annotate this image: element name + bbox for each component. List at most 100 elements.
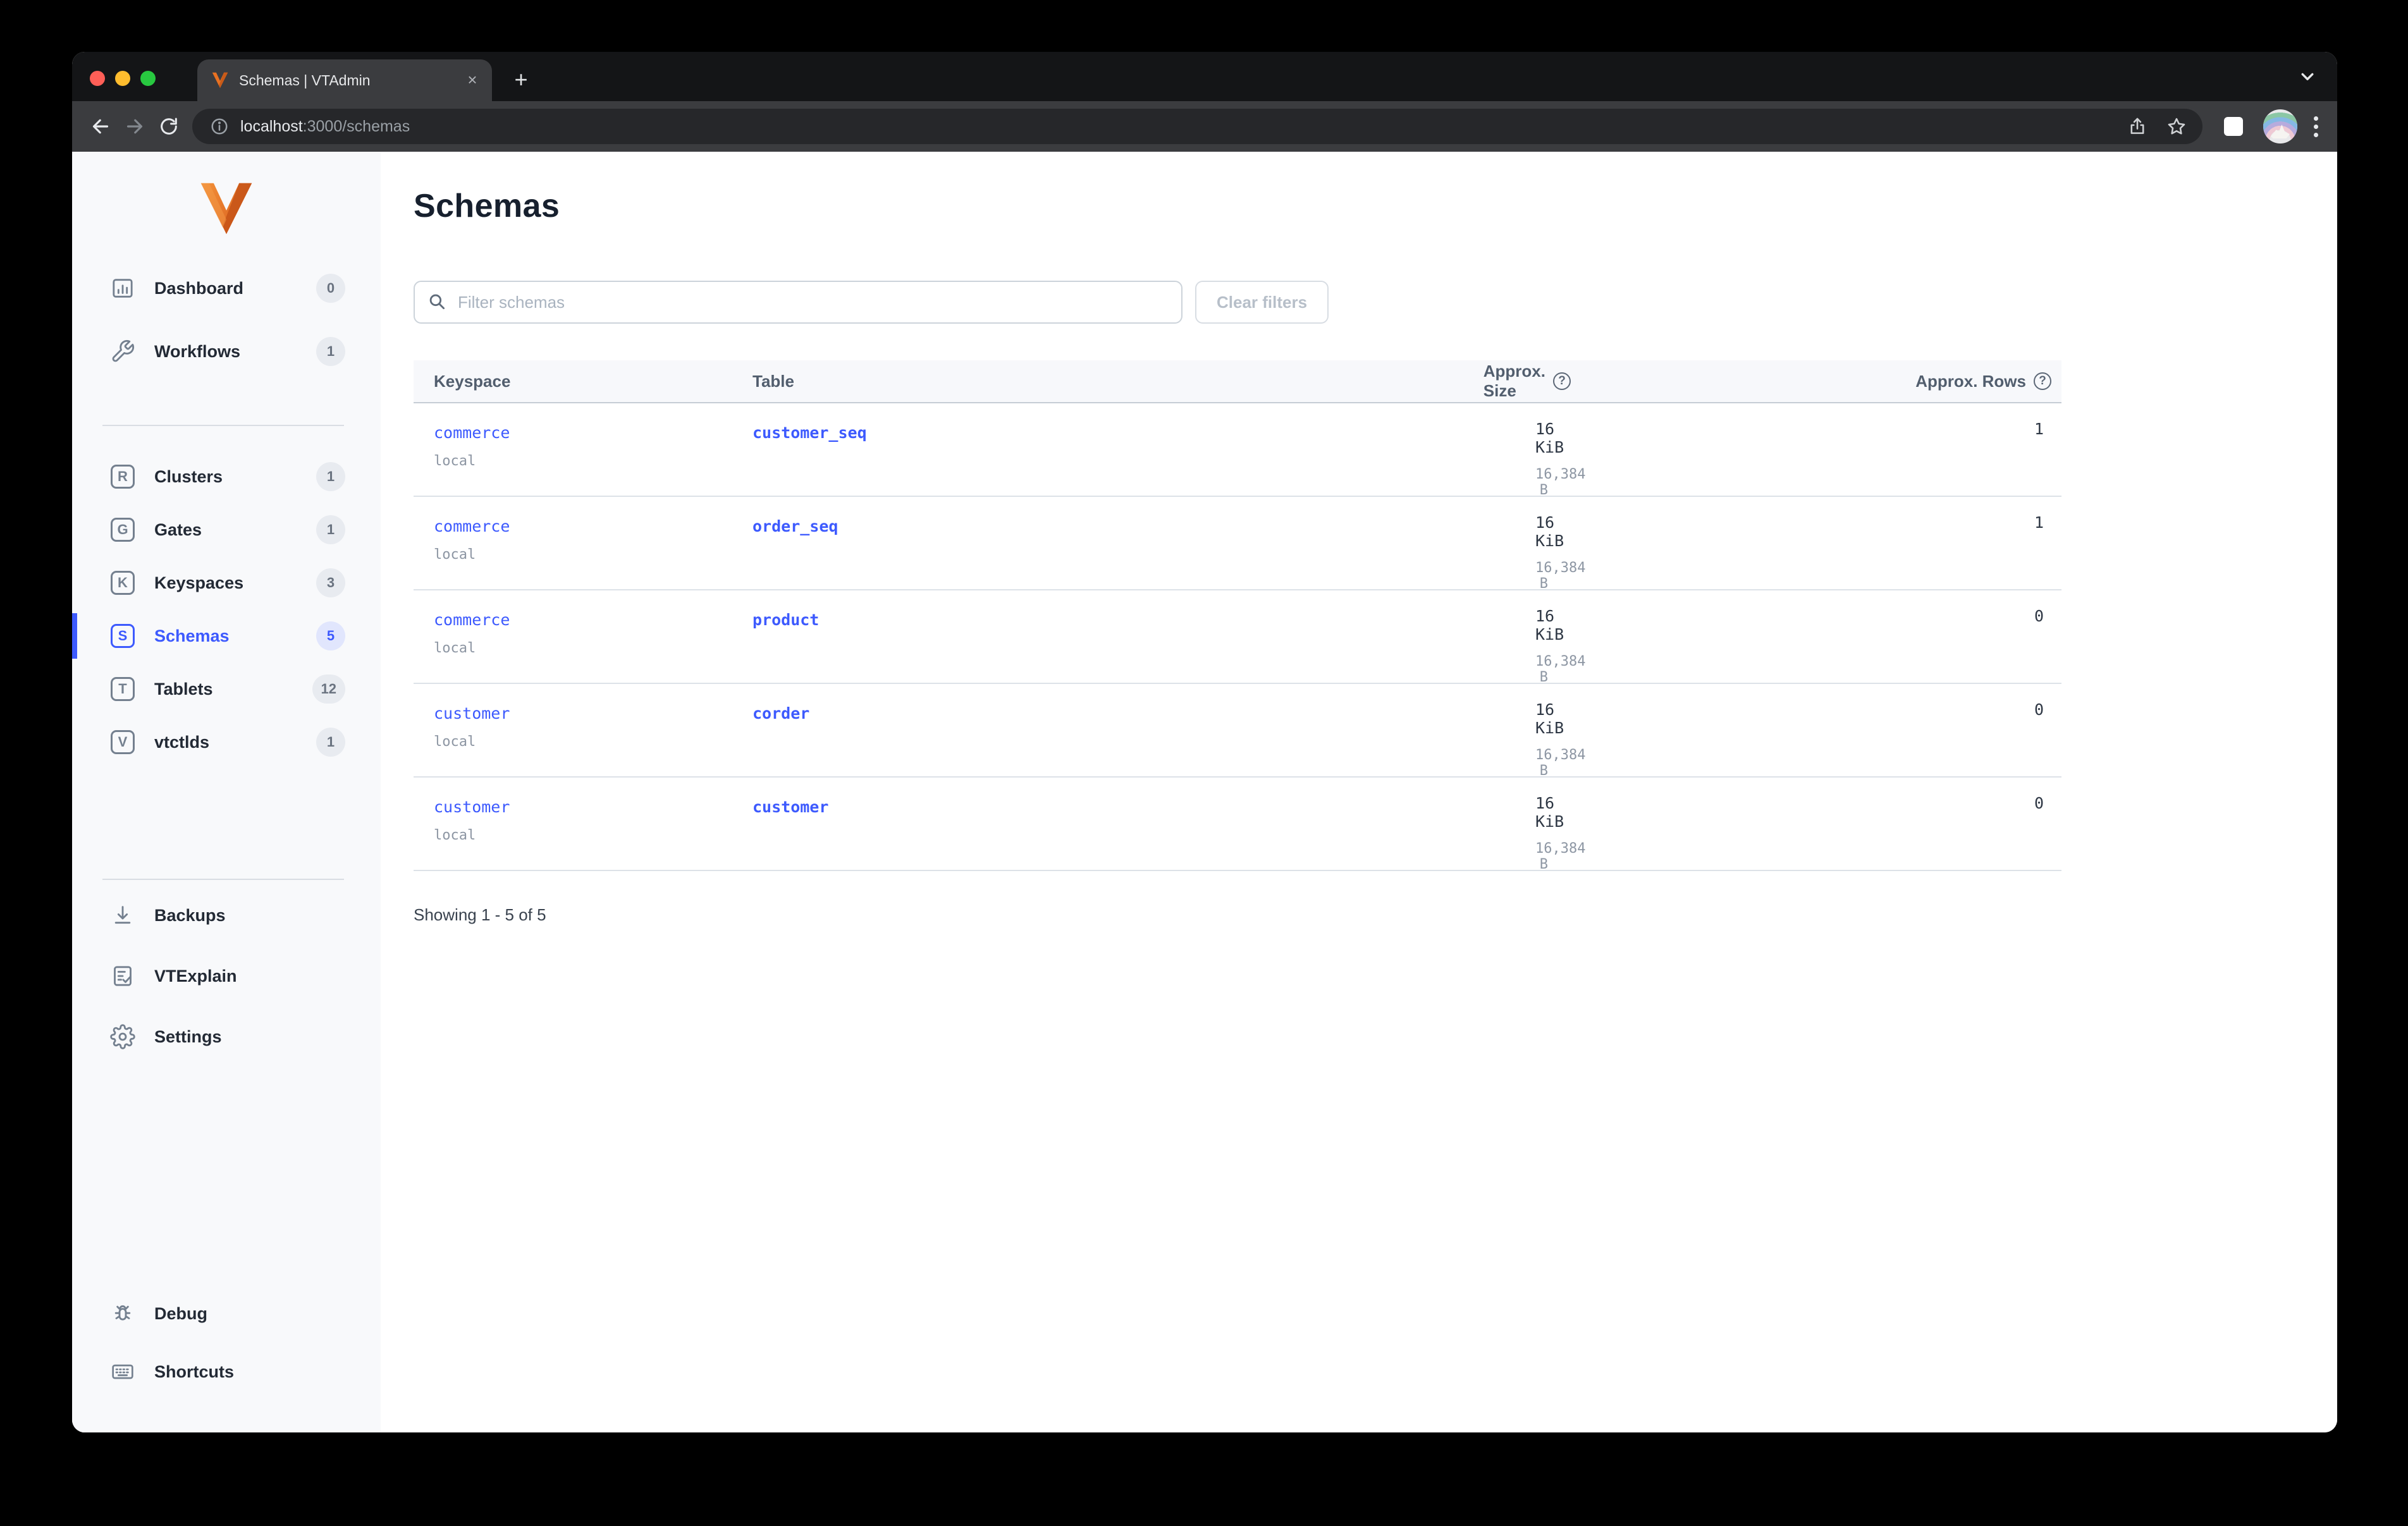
keyspace-cell: customer local [414,778,732,872]
schemas-table: Keyspace Table Approx. Size? Approx. Row… [414,360,2061,872]
sidebar-item-clusters[interactable]: R Clusters 1 [72,454,381,499]
sidebar-divider [102,879,344,880]
sidebar-item-tablets[interactable]: T Tablets 12 [72,666,381,712]
size-value: 16 KiB [1535,700,1564,737]
browser-tab-strip: Schemas | VTAdmin × + [72,52,2337,101]
forward-icon [126,119,143,134]
keyspace-link[interactable]: commerce [434,611,510,629]
count-badge: 3 [316,568,345,597]
help-icon[interactable]: ? [2034,372,2051,390]
profile-avatar[interactable] [2263,109,2297,143]
table-row: commerce local product 16 KiB 16,384 B 0 [414,590,2061,685]
sidebar-item-label: Workflows [154,341,241,361]
approx-rows-cell: 0 [1826,590,2061,685]
sidebar-item-vtexplain[interactable]: VTExplain [72,953,381,999]
size-value: 16 KiB [1535,794,1564,831]
table-link[interactable]: order_seq [752,517,838,535]
sidebar-item-backups[interactable]: Backups [72,893,381,938]
approx-rows-cell: 0 [1826,684,2061,779]
filter-schemas-input[interactable] [414,281,1182,324]
table-cell: customer [732,778,1535,872]
sidebar-item-dashboard[interactable]: Dashboard 0 [72,266,381,311]
size-value: 16 KiB [1535,607,1564,644]
help-icon[interactable]: ? [1553,372,1571,390]
approx-size-cell: 16 KiB 16,384 B [1535,684,1826,779]
keyspace-cell: commerce local [414,497,732,592]
table-cell: order_seq [732,497,1535,592]
search-icon [429,294,445,310]
table-link[interactable]: customer_seq [752,424,867,442]
table-link[interactable]: customer [752,798,828,816]
window-minimize-button[interactable] [115,71,130,86]
window-close-button[interactable] [90,71,105,86]
url-text: localhost:3000/schemas [240,117,410,135]
count-badge: 0 [316,274,345,303]
wrench-icon [110,339,135,364]
tab-search-chevron-icon[interactable] [2297,66,2318,87]
document-check-icon [110,963,135,989]
window-zoom-button[interactable] [140,71,156,86]
new-tab-button[interactable]: + [505,63,538,96]
rows-value: 1 [2034,420,2044,438]
clear-filters-button[interactable]: Clear filters [1195,281,1329,324]
sidebar-item-vtctlds[interactable]: Vvtctlds 1 [72,719,381,765]
column-header-keyspace[interactable]: Keyspace [414,372,732,391]
keyspace-link[interactable]: commerce [434,517,510,535]
keyspace-link[interactable]: customer [434,704,510,723]
column-header-approx-size[interactable]: Approx. Size? [1484,362,1826,401]
sidebar-item-label: Settings [154,1027,222,1046]
sidebar: Dashboard 0 Workflows 1 R Clusters 1 G Gates 1 K K… [72,152,381,1432]
table-link[interactable]: corder [752,704,809,723]
sidebar-item-schemas[interactable]: S Schemas 5 [72,613,381,659]
sidebar-item-label: Dashboard [154,278,244,298]
cluster-name: local [434,734,476,750]
sidebar-item-shortcuts[interactable]: Shortcuts [72,1349,381,1395]
column-header-approx-rows[interactable]: Approx. Rows? [1826,372,2061,391]
keyboard-icon [110,1359,135,1384]
sidebar-nav-main: Dashboard 0 Workflows 1 [72,266,381,392]
site-info-icon[interactable] [210,117,229,136]
column-header-table[interactable]: Table [732,372,1535,391]
table-link[interactable]: product [752,611,819,629]
count-badge: 5 [316,621,345,650]
sidebar-item-workflows[interactable]: Workflows 1 [72,329,381,374]
sidebar-item-label: VTExplain [154,966,237,986]
window-controls [90,71,156,86]
size-bytes: 16,384 B [1535,841,1586,872]
tab-close-icon[interactable]: × [462,70,483,91]
keyspace-cell: commerce local [414,403,732,498]
table-header-row: Keyspace Table Approx. Size? Approx. Row… [414,360,2061,403]
sidebar-item-settings[interactable]: Settings [72,1014,381,1059]
browser-tab[interactable]: Schemas | VTAdmin × [197,59,492,101]
side-panel-icon[interactable] [2224,117,2243,136]
size-bytes: 16,384 B [1535,560,1586,592]
count-badge: 1 [316,728,345,757]
share-icon[interactable] [2127,116,2148,137]
sidebar-item-keyspaces[interactable]: K Keyspaces 3 [72,560,381,606]
sidebar-item-debug[interactable]: Debug [72,1291,381,1336]
tab-title: Schemas | VTAdmin [239,71,371,89]
forward-button[interactable] [118,109,152,143]
browser-menu-icon[interactable] [2314,116,2318,137]
approx-rows-cell: 0 [1826,778,2061,872]
sidebar-item-gates[interactable]: G Gates 1 [72,507,381,552]
rows-value: 0 [2034,794,2044,812]
keyspace-link[interactable]: commerce [434,424,510,442]
address-bar[interactable]: localhost:3000/schemas [192,109,2202,144]
download-icon [110,903,135,928]
sidebar-item-label: Backups [154,905,226,925]
desktop-background: Schemas | VTAdmin × + localhost:3000/sch… [0,0,2408,1526]
approx-rows-cell: 1 [1826,497,2061,592]
reload-button[interactable] [152,109,186,143]
bookmark-star-icon[interactable] [2166,116,2187,137]
cluster-name: local [434,827,476,843]
back-button[interactable] [83,109,118,143]
keyspace-cell: customer local [414,684,732,779]
pagination-status: Showing 1 - 5 of 5 [414,905,546,924]
table-cell: customer_seq [732,403,1535,498]
sidebar-item-label: Shortcuts [154,1362,235,1381]
keyspace-link[interactable]: customer [434,798,510,816]
sidebar-item-label: Schemas [154,626,230,645]
cluster-name: local [434,453,476,469]
sidebar-item-label: Tablets [154,679,213,699]
